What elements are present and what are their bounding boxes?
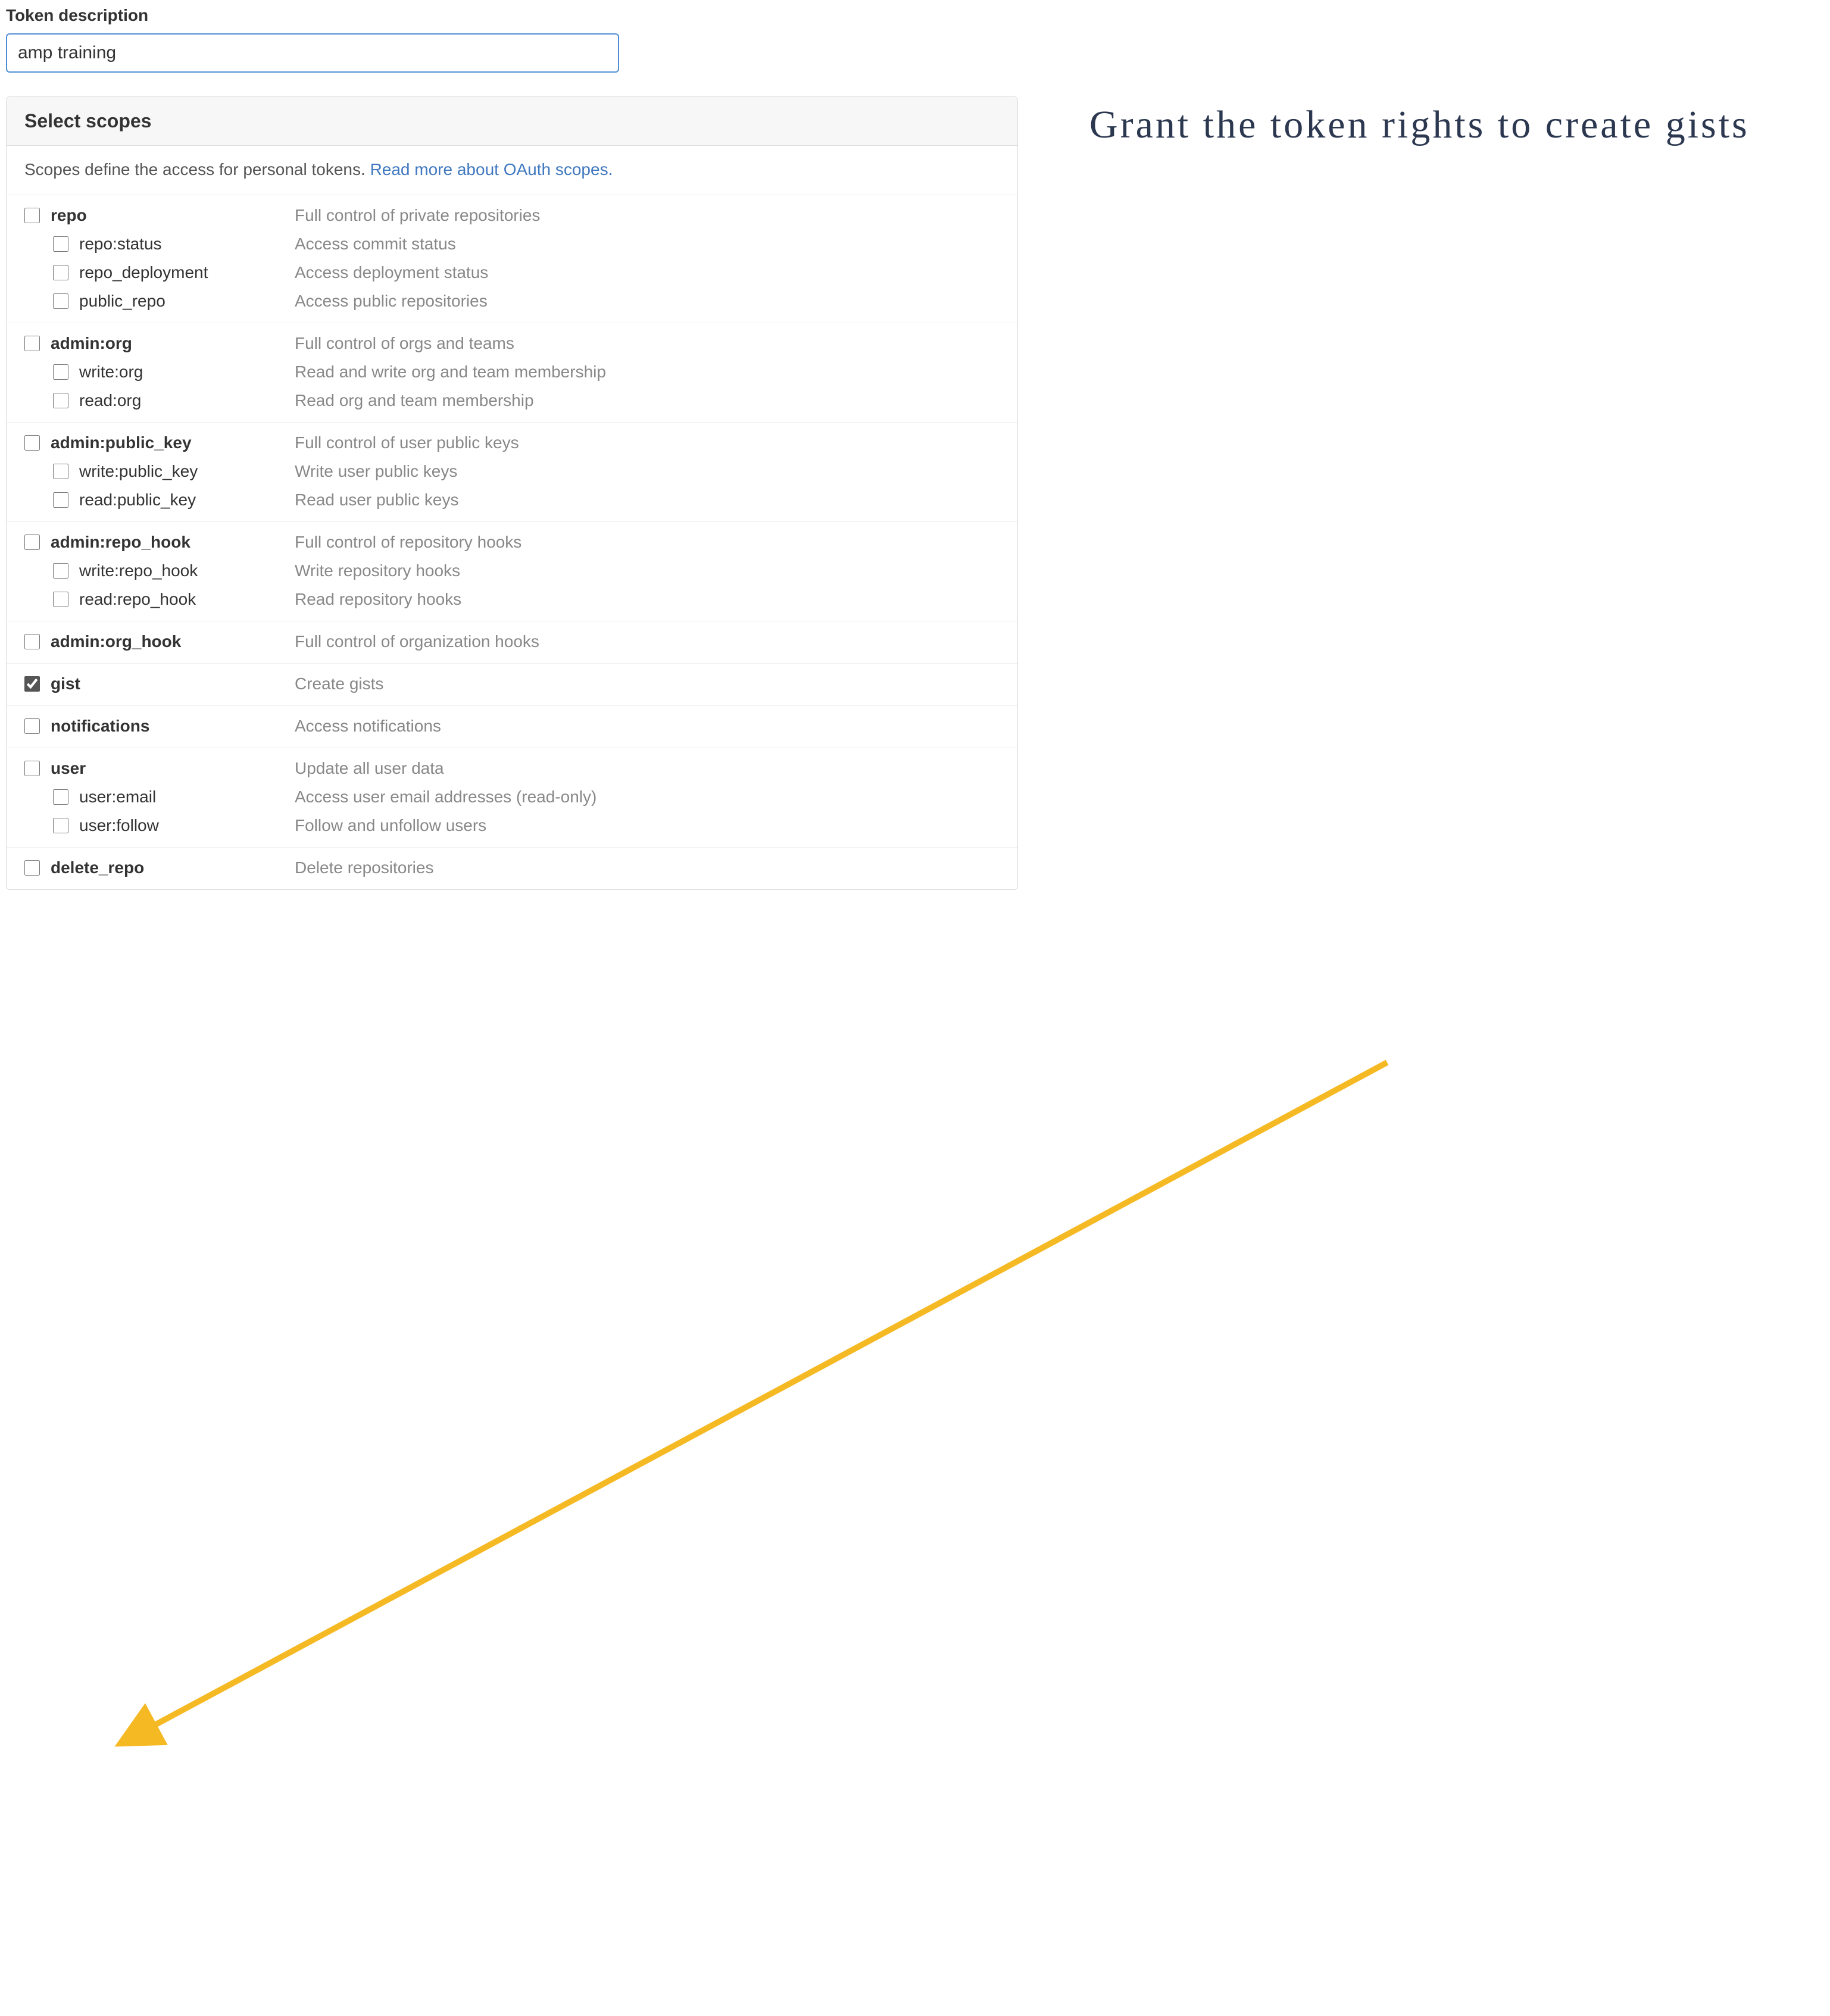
scope-desc: Full control of organization hooks — [295, 632, 539, 651]
scope-checkbox-notifications[interactable] — [24, 718, 40, 734]
scope-name: admin:repo_hook — [51, 533, 295, 552]
scope-checkbox-write-repo-hook[interactable] — [53, 563, 68, 579]
scope-name: gist — [51, 674, 295, 693]
scope-desc: Access deployment status — [295, 263, 488, 282]
token-description-input[interactable] — [6, 33, 619, 73]
scope-row: admin:orgFull control of orgs and teams — [24, 329, 1000, 358]
scope-name: repo — [51, 206, 295, 225]
scope-desc: Write repository hooks — [295, 561, 460, 580]
scope-group: gistCreate gists — [7, 663, 1017, 705]
scope-row: admin:public_keyFull control of user pub… — [24, 429, 1000, 457]
scope-desc: Full control of user public keys — [295, 433, 519, 452]
scope-checkbox-user[interactable] — [24, 761, 40, 776]
scope-group: delete_repoDelete repositories — [7, 847, 1017, 889]
oauth-scopes-link[interactable]: Read more about OAuth scopes. — [370, 160, 613, 179]
scope-desc: Read user public keys — [295, 490, 458, 510]
scope-desc: Read repository hooks — [295, 590, 461, 609]
scope-desc: Read and write org and team membership — [295, 362, 606, 382]
scope-checkbox-repo-status[interactable] — [53, 236, 68, 252]
scope-desc: Read org and team membership — [295, 391, 534, 410]
scope-row: admin:repo_hookFull control of repositor… — [24, 528, 1000, 557]
scope-row: user:followFollow and unfollow users — [24, 811, 1000, 840]
scope-row: read:public_keyRead user public keys — [24, 486, 1000, 514]
scope-row: repoFull control of private repositories — [24, 201, 1000, 230]
token-description-label: Token description — [6, 6, 1018, 25]
scope-row: repo_deploymentAccess deployment status — [24, 258, 1000, 287]
scope-desc: Full control of repository hooks — [295, 533, 521, 552]
scope-name: public_repo — [79, 292, 295, 311]
scope-row: public_repoAccess public repositories — [24, 287, 1000, 315]
scope-checkbox-repo[interactable] — [24, 208, 40, 223]
scope-name: user — [51, 759, 295, 778]
scope-row: notificationsAccess notifications — [24, 712, 1000, 740]
scope-desc: Access user email addresses (read-only) — [295, 787, 597, 807]
scope-desc: Follow and unfollow users — [295, 816, 486, 835]
scope-name: user:email — [79, 787, 295, 807]
scope-row: write:public_keyWrite user public keys — [24, 457, 1000, 486]
scope-desc: Access commit status — [295, 235, 456, 254]
scope-row: userUpdate all user data — [24, 754, 1000, 783]
scope-group: repoFull control of private repositories… — [7, 195, 1017, 323]
scope-row: delete_repoDelete repositories — [24, 854, 1000, 882]
scope-desc: Write user public keys — [295, 462, 457, 481]
scope-checkbox-write-public-key[interactable] — [53, 464, 68, 479]
scope-checkbox-public-repo[interactable] — [53, 293, 68, 309]
scope-checkbox-admin-org[interactable] — [24, 336, 40, 351]
scope-desc: Access notifications — [295, 717, 441, 736]
scope-name: admin:public_key — [51, 433, 295, 452]
scope-checkbox-user-follow[interactable] — [53, 818, 68, 833]
scope-row: read:orgRead org and team membership — [24, 386, 1000, 415]
scope-row: read:repo_hookRead repository hooks — [24, 585, 1000, 614]
scope-group: notificationsAccess notifications — [7, 705, 1017, 748]
annotation-region: Grant the token rights to create gists — [1089, 6, 1804, 154]
scope-row: user:emailAccess user email addresses (r… — [24, 783, 1000, 811]
scope-checkbox-write-org[interactable] — [53, 364, 68, 380]
scope-name: repo_deployment — [79, 263, 295, 282]
scope-group: userUpdate all user datauser:emailAccess… — [7, 748, 1017, 847]
scope-group: admin:repo_hookFull control of repositor… — [7, 521, 1017, 621]
scope-name: repo:status — [79, 235, 295, 254]
scope-row: repo:statusAccess commit status — [24, 230, 1000, 258]
scope-name: read:repo_hook — [79, 590, 295, 609]
scope-checkbox-admin-org-hook[interactable] — [24, 634, 40, 649]
scope-name: notifications — [51, 717, 295, 736]
annotation-arrow — [6, 890, 1830, 2016]
select-scopes-panel: Select scopes Scopes define the access f… — [6, 96, 1018, 890]
scope-checkbox-admin-public-key[interactable] — [24, 435, 40, 451]
intro-text: Scopes define the access for personal to… — [24, 160, 370, 179]
scope-name: read:public_key — [79, 490, 295, 510]
panel-title: Select scopes — [7, 97, 1017, 146]
scope-row: write:orgRead and write org and team mem… — [24, 358, 1000, 386]
scope-desc: Update all user data — [295, 759, 444, 778]
scope-desc: Full control of orgs and teams — [295, 334, 514, 353]
scope-desc: Access public repositories — [295, 292, 488, 311]
scope-checkbox-read-org[interactable] — [53, 393, 68, 408]
scope-name: delete_repo — [51, 858, 295, 877]
scope-name: read:org — [79, 391, 295, 410]
scope-name: write:org — [79, 362, 295, 382]
scope-desc: Create gists — [295, 674, 383, 693]
scope-name: admin:org_hook — [51, 632, 295, 651]
scope-checkbox-admin-repo-hook[interactable] — [24, 535, 40, 550]
scope-checkbox-delete-repo[interactable] — [24, 860, 40, 876]
scope-checkbox-read-repo-hook[interactable] — [53, 592, 68, 607]
scope-checkbox-user-email[interactable] — [53, 789, 68, 805]
scope-checkbox-gist[interactable] — [24, 676, 40, 692]
scope-row: gistCreate gists — [24, 670, 1000, 698]
annotation-text: Grant the token rights to create gists — [1089, 95, 1804, 154]
scope-group: admin:org_hookFull control of organizati… — [7, 621, 1017, 663]
scope-desc: Delete repositories — [295, 858, 433, 877]
scope-checkbox-read-public-key[interactable] — [53, 492, 68, 508]
scope-desc: Full control of private repositories — [295, 206, 540, 225]
scope-group: admin:orgFull control of orgs and teamsw… — [7, 323, 1017, 422]
scope-name: write:repo_hook — [79, 561, 295, 580]
scope-group: admin:public_keyFull control of user pub… — [7, 422, 1017, 521]
scope-checkbox-repo-deployment[interactable] — [53, 265, 68, 280]
scope-name: user:follow — [79, 816, 295, 835]
scope-row: admin:org_hookFull control of organizati… — [24, 627, 1000, 656]
scopes-intro: Scopes define the access for personal to… — [7, 146, 1017, 195]
scope-row: write:repo_hookWrite repository hooks — [24, 557, 1000, 585]
scope-name: admin:org — [51, 334, 295, 353]
scope-name: write:public_key — [79, 462, 295, 481]
